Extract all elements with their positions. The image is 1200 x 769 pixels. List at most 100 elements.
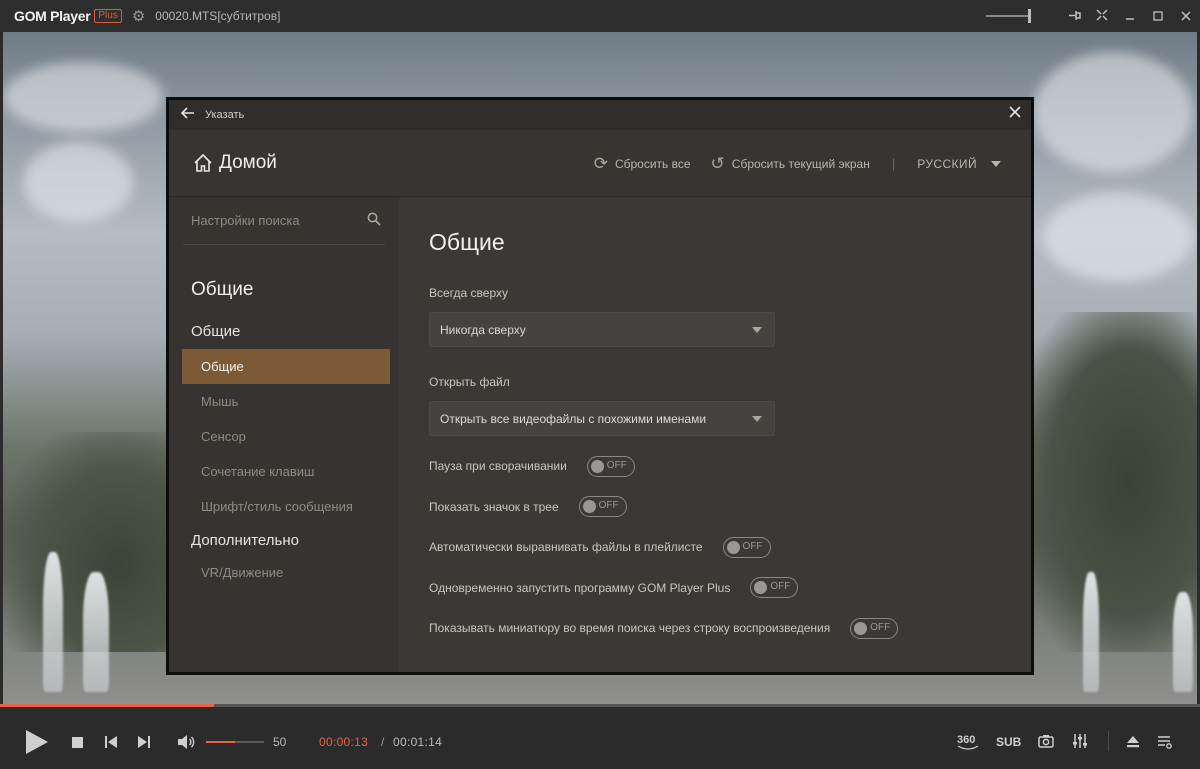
app-name: GOM Player — [14, 8, 91, 24]
toggle-row-seek-thumbnail: Показывать миниатюру во время поиска чер… — [429, 608, 1031, 649]
toggle-state: OFF — [770, 581, 791, 593]
video-cloud — [1043, 192, 1193, 282]
chevron-down-icon — [752, 416, 762, 422]
toggle-state: OFF — [742, 540, 763, 552]
toggle-knob — [582, 500, 596, 514]
sidebar-item-vr-motion[interactable]: VR/Движение — [182, 555, 390, 590]
open-file-select[interactable]: Открыть все видеофайлы с похожими именам… — [429, 401, 775, 436]
current-time: 00:00:13 — [319, 735, 369, 749]
compact-icon[interactable] — [1088, 8, 1116, 24]
toggle-knob — [754, 581, 768, 595]
video-fountain — [83, 572, 109, 692]
video-cloud — [1033, 52, 1193, 172]
toggle-state: OFF — [870, 621, 891, 633]
play-icon[interactable] — [26, 730, 48, 754]
vr-360-label: 360 — [957, 734, 976, 746]
caret-down-icon[interactable] — [991, 160, 1001, 167]
header-actions: ⟳ Сбросить все ↺ Сбросить текущий экран … — [574, 130, 1001, 197]
close-icon[interactable] — [1172, 9, 1200, 24]
pause-minimize-toggle[interactable]: OFF — [586, 455, 635, 477]
video-fountain — [1173, 592, 1193, 692]
reset-current-button[interactable]: ↺ Сбросить текущий экран — [711, 154, 870, 174]
volume-slider[interactable] — [206, 741, 264, 743]
open-file-value: Открыть все видеофайлы с похожими именам… — [440, 411, 707, 426]
volume-value: 50 — [273, 735, 287, 749]
toggle-label: Показывать миниатюру во время поиска чер… — [429, 621, 831, 636]
stop-icon[interactable] — [72, 737, 83, 748]
undo-icon: ↺ — [710, 153, 725, 173]
home-link[interactable]: Домой — [219, 152, 277, 174]
tray-icon-toggle[interactable]: OFF — [578, 496, 627, 518]
sidebar-group-general[interactable]: Общие — [191, 323, 399, 340]
refresh-icon: ⟳ — [593, 153, 608, 173]
gom-player-window: GOM Player Plus ⚙ 00020.MTS[субтитров] У… — [0, 0, 1200, 769]
search-icon[interactable] — [367, 212, 381, 226]
reset-current-label: Сбросить текущий экран — [731, 156, 870, 171]
dialog-close-icon[interactable] — [1009, 105, 1021, 123]
pin-icon[interactable] — [1060, 9, 1088, 24]
total-time[interactable]: 00:01:14 — [393, 735, 442, 749]
launch-plus-toggle[interactable]: OFF — [750, 577, 799, 599]
video-fountain — [1083, 572, 1099, 692]
settings-dialog: Указать Домой ⟳ Сбросить все ↺ Сбросить … — [166, 97, 1034, 675]
toggle-label: Показать значок в трее — [429, 499, 559, 514]
seek-thumbnail-toggle[interactable]: OFF — [850, 617, 899, 639]
dialog-top-bar: Указать — [169, 100, 1031, 130]
sidebar-item-general[interactable]: Общие — [182, 349, 390, 384]
dialog-body: Общие Общие Общие Мышь Сенсор Сочетание … — [169, 197, 1031, 672]
sidebar-item-message-font[interactable]: Шрифт/стиль сообщения — [182, 489, 390, 524]
settings-content: Общие Всегда сверху Никогда сверху Откры… — [399, 197, 1031, 672]
sidebar-item-label: Общие — [201, 359, 244, 374]
sidebar-item-hotkeys[interactable]: Сочетание клавиш — [182, 454, 390, 489]
settings-sidebar: Общие Общие Общие Мышь Сенсор Сочетание … — [169, 197, 399, 672]
auto-sort-toggle[interactable]: OFF — [722, 536, 771, 558]
title-bar: GOM Player Plus ⚙ 00020.MTS[субтитров] — [0, 0, 1200, 32]
video-trees — [1027, 312, 1197, 652]
always-on-top-label: Всегда сверху — [429, 286, 508, 300]
toggle-knob — [590, 459, 604, 473]
window-volume-knob[interactable] — [1028, 9, 1031, 23]
toggle-row-auto-sort: Автоматически выравнивать файлы в плейли… — [429, 527, 1031, 568]
sidebar-item-label: Мышь — [201, 394, 239, 409]
language-select[interactable]: РУССКИЙ — [917, 157, 977, 171]
next-icon[interactable] — [137, 735, 151, 749]
back-arrow-icon[interactable] — [173, 106, 203, 124]
gear-icon[interactable]: ⚙ — [132, 7, 145, 25]
reset-all-button[interactable]: ⟳ Сбросить все — [594, 154, 691, 174]
sidebar-item-label: Сенсор — [201, 429, 246, 444]
open-file-label: Открыть файл — [429, 375, 510, 389]
toggle-row-pause-minimize: Пауза при сворачивании OFF — [429, 446, 1031, 487]
volume-slider-fill — [206, 741, 235, 743]
home-icon[interactable] — [193, 153, 213, 173]
equalizer-icon[interactable] — [1072, 733, 1088, 749]
volume-icon[interactable] — [177, 734, 195, 750]
sidebar-advanced-list: VR/Движение — [169, 555, 399, 590]
eject-icon[interactable] — [1126, 735, 1140, 748]
minimize-icon[interactable] — [1116, 9, 1144, 24]
previous-icon[interactable] — [104, 735, 118, 749]
sidebar-section-title: Общие — [191, 279, 254, 300]
app-logo[interactable]: GOM Player Plus — [14, 0, 122, 32]
video-fountain — [43, 552, 63, 692]
window-volume-slider[interactable] — [986, 9, 1031, 23]
toggle-state: OFF — [598, 500, 619, 512]
sidebar-group-advanced[interactable]: Дополнительно — [191, 532, 399, 549]
subtitle-button[interactable]: SUB — [996, 735, 1021, 749]
sidebar-list: Общие Мышь Сенсор Сочетание клавиш Шрифт… — [169, 349, 399, 524]
toggle-knob — [726, 540, 740, 554]
search-input[interactable] — [191, 213, 351, 228]
settings-search — [183, 197, 385, 245]
camera-icon[interactable] — [1038, 734, 1054, 748]
time-separator: / — [381, 735, 385, 749]
video-cloud — [3, 62, 163, 132]
vr-360-button[interactable]: 360 — [957, 732, 979, 751]
toggle-row-tray-icon: Показать значок в трее OFF — [429, 487, 1031, 528]
file-title: 00020.MTS[субтитров] — [155, 9, 281, 23]
playlist-icon[interactable] — [1157, 735, 1173, 749]
sidebar-item-mouse[interactable]: Мышь — [182, 384, 390, 419]
video-cloud — [23, 142, 133, 222]
maximize-icon[interactable] — [1144, 9, 1172, 24]
always-on-top-select[interactable]: Никогда сверху — [429, 312, 775, 347]
sidebar-item-touch[interactable]: Сенсор — [182, 419, 390, 454]
control-divider — [1108, 731, 1109, 751]
